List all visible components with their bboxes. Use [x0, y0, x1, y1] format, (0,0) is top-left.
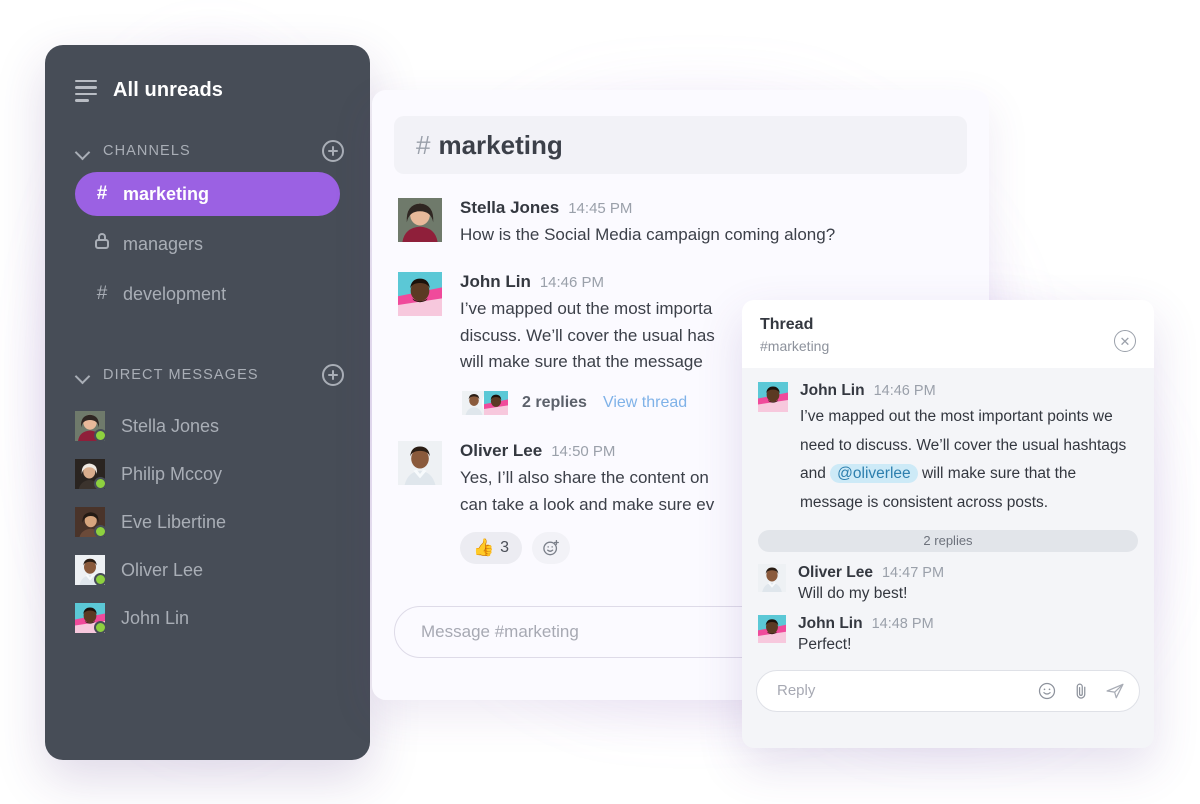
thread-root-text: I’ve mapped out the most important point…: [800, 403, 1138, 518]
channels-section-label: CHANNELS: [103, 143, 191, 159]
reply-count: 2 replies: [522, 394, 587, 412]
sidebar-item-eve-libertine[interactable]: Eve Libertine: [45, 498, 370, 546]
message-author: Oliver Lee: [798, 563, 873, 581]
message-timestamp: 14:46 PM: [539, 274, 605, 292]
sidebar-item-label: marketing: [123, 183, 210, 204]
avatar: [398, 272, 442, 317]
sidebar-item-managers[interactable]: managers: [75, 222, 340, 266]
avatar: [398, 441, 442, 486]
status-indicator: [94, 429, 107, 442]
message-text: Perfect!: [798, 635, 852, 653]
direct-messages-section-label: DIRECT MESSAGES: [103, 367, 259, 383]
channels-section-header[interactable]: CHANNELS: [45, 136, 370, 166]
status-indicator: [94, 477, 107, 490]
sidebar-item-development[interactable]: # development: [75, 272, 340, 316]
status-indicator: [94, 621, 107, 634]
sidebar-title: All unreads: [113, 79, 224, 101]
message-timestamp: 14:50 PM: [551, 443, 616, 461]
direct-messages-section-header[interactable]: DIRECT MESSAGES: [45, 360, 370, 390]
sidebar-item-label: John Lin: [121, 607, 190, 628]
chevron-down-icon[interactable]: [75, 143, 91, 159]
attachment-icon[interactable]: [1071, 681, 1091, 701]
message-text: Will do my best!: [798, 584, 908, 602]
thread-composer: Reply: [756, 669, 1140, 712]
thread-subtitle: #marketing: [760, 338, 830, 354]
send-icon[interactable]: [1105, 681, 1125, 701]
avatar: [482, 389, 510, 418]
add-channel-button[interactable]: [322, 140, 344, 162]
reply-input[interactable]: Reply: [756, 669, 1140, 712]
sidebar-item-oliver-lee[interactable]: Oliver Lee: [45, 546, 370, 594]
view-thread-link[interactable]: View thread: [603, 394, 687, 412]
sidebar-item-label: Eve Libertine: [121, 511, 227, 532]
direct-messages-section: DIRECT MESSAGES Stella Jones Philip Mcco…: [45, 360, 370, 642]
sidebar-item-philip-mccoy[interactable]: Philip Mccoy: [45, 450, 370, 498]
message-text: How is the Social Media campaign coming …: [460, 225, 836, 244]
reply-input-placeholder: Reply: [777, 682, 816, 700]
lock-icon: [89, 233, 115, 255]
sidebar-item-john-lin[interactable]: John Lin: [45, 594, 370, 642]
thread-header: Thread #marketing ✕: [742, 300, 1154, 368]
close-icon[interactable]: ✕: [1114, 330, 1136, 352]
message-author: John Lin: [460, 272, 531, 292]
avatar: [758, 614, 786, 643]
sidebar-item-label: Philip Mccoy: [121, 463, 223, 484]
reaction-count: 3: [500, 539, 510, 557]
message-timestamp: 14:47 PM: [881, 564, 945, 581]
status-indicator: [94, 573, 107, 586]
hash-icon: #: [96, 183, 108, 204]
chevron-down-icon[interactable]: [75, 367, 91, 383]
message-stella-jones: Stella Jones 14:45 PM How is the Social …: [372, 174, 989, 248]
hash-icon: #: [96, 283, 108, 304]
channel-header: # marketing: [394, 116, 967, 174]
reaction-chip-thumbsup[interactable]: 👍 3: [460, 532, 522, 565]
avatar: [75, 603, 107, 634]
mention-oliverlee[interactable]: @oliverlee: [830, 464, 918, 484]
avatar: [75, 507, 107, 538]
status-indicator: [94, 525, 107, 538]
hamburger-icon[interactable]: [75, 79, 97, 102]
sidebar: All unreads CHANNELS # marketing manager…: [45, 45, 370, 760]
thumbsup-icon: 👍: [472, 538, 495, 558]
sidebar-item-label: development: [123, 283, 227, 304]
thread-root-message: John Lin 14:46 PM I’ve mapped out the mo…: [742, 368, 1154, 518]
avatar: [75, 459, 107, 490]
message-input-placeholder: Message #marketing: [421, 622, 579, 641]
thread-replies-divider: 2 replies: [758, 529, 1138, 552]
sidebar-item-label: Stella Jones: [121, 415, 220, 436]
message-timestamp: 14:46 PM: [873, 383, 936, 399]
add-direct-message-button[interactable]: [322, 364, 344, 386]
message-author: Oliver Lee: [460, 441, 543, 461]
thread-panel: Thread #marketing ✕ John Lin 14:46 PM I’…: [742, 300, 1154, 748]
avatar: [75, 411, 107, 442]
sidebar-item-marketing[interactable]: # marketing: [75, 172, 340, 216]
avatar: [75, 555, 107, 586]
thread-reply-oliver-lee: Oliver Lee 14:47 PM Will do my best!: [742, 552, 1154, 603]
hash-icon: #: [416, 129, 431, 160]
reply-avatar-stack: [460, 389, 510, 418]
message-author: Stella Jones: [460, 198, 560, 217]
emoji-icon[interactable]: [1037, 681, 1057, 701]
app-screenshot: All unreads CHANNELS # marketing manager…: [0, 0, 1200, 804]
avatar: [398, 198, 442, 242]
message-author: John Lin: [798, 614, 863, 632]
sidebar-header: All unreads: [45, 45, 370, 102]
channels-section: CHANNELS # marketing managers # developm…: [45, 136, 370, 316]
thread-title: Thread: [760, 316, 814, 333]
thread-reply-john-lin: John Lin 14:48 PM Perfect!: [742, 603, 1154, 654]
sidebar-item-label: Oliver Lee: [121, 559, 204, 580]
add-reaction-icon[interactable]: [532, 532, 570, 565]
avatar: [758, 382, 788, 412]
sidebar-item-label: managers: [123, 233, 204, 254]
message-timestamp: 14:48 PM: [871, 615, 934, 632]
message-author: John Lin: [800, 382, 865, 399]
avatar: [758, 563, 786, 592]
message-timestamp: 14:45 PM: [568, 200, 633, 217]
channel-title: marketing: [438, 129, 563, 160]
sidebar-item-stella-jones[interactable]: Stella Jones: [45, 402, 370, 450]
